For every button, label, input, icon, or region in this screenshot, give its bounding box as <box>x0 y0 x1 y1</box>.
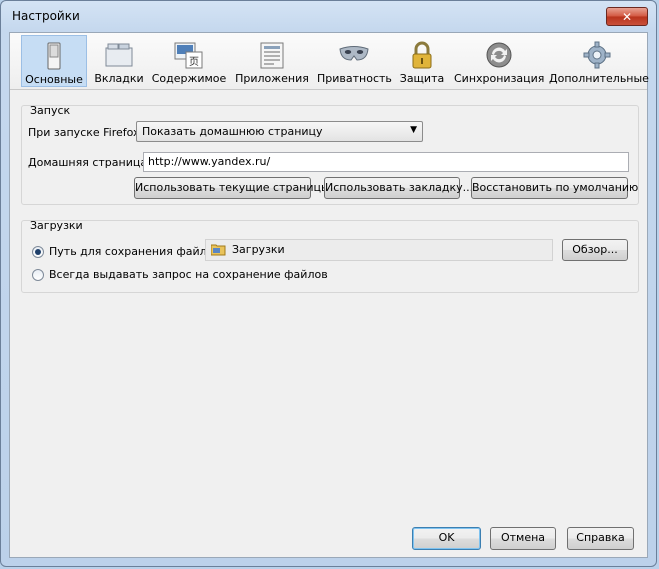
downloads-group-title: Загрузки <box>30 219 83 232</box>
dialog-client: Основные Вкладки 页 Содержимое Приложения… <box>9 32 649 558</box>
tab-label: Содержимое <box>151 72 227 85</box>
privacy-mask-icon <box>338 46 369 61</box>
content-icon: 页 <box>174 42 203 69</box>
tabs-icon <box>105 43 133 67</box>
cancel-button[interactable]: Отмена <box>490 527 556 550</box>
general-switch-icon <box>47 42 61 70</box>
tab-tabs[interactable]: Вкладки <box>90 35 148 87</box>
ok-button[interactable]: OK <box>412 527 481 550</box>
folder-icon <box>211 244 226 256</box>
always-ask-radio[interactable] <box>32 269 44 281</box>
tab-security[interactable]: Защита <box>394 35 450 87</box>
restore-default-button[interactable]: Восстановить по умолчанию <box>471 177 638 199</box>
tab-label: Приватность <box>317 72 392 85</box>
preferences-toolbar: Основные Вкладки 页 Содержимое Приложения… <box>10 33 649 90</box>
on-start-select[interactable]: Показать домашнюю страницу ▼ <box>136 121 423 142</box>
window-title: Настройки <box>12 9 80 23</box>
startup-group-title: Запуск <box>30 104 71 117</box>
tab-label: Защита <box>399 72 445 85</box>
download-path-value: Загрузки <box>232 243 285 256</box>
security-lock-icon <box>412 41 432 69</box>
always-ask-label: Всегда выдавать запрос на сохранение фай… <box>49 268 328 281</box>
tab-label: Дополнительные <box>549 72 649 85</box>
homepage-label: Домашняя страница: <box>28 156 151 169</box>
use-bookmark-button[interactable]: Использовать закладку... <box>324 177 473 199</box>
sync-icon <box>486 42 512 68</box>
download-path-field: Загрузки <box>205 239 553 261</box>
tab-label: Основные <box>25 73 83 86</box>
applications-icon <box>260 42 284 69</box>
save-to-radio[interactable] <box>32 246 44 258</box>
tab-advanced[interactable]: Дополнительные <box>549 35 649 87</box>
tab-label: Вкладки <box>94 72 144 85</box>
help-button[interactable]: Справка <box>567 527 634 550</box>
save-to-label: Путь для сохранения файлов <box>49 245 220 258</box>
tab-content[interactable]: 页 Содержимое <box>151 35 227 87</box>
on-start-label: При запуске Firefox: <box>28 126 144 139</box>
settings-window: Настройки ✕ Основные Вкладки 页 Содержимо… <box>0 0 657 567</box>
svg-text:页: 页 <box>189 56 199 68</box>
chevron-down-icon: ▼ <box>410 125 417 135</box>
tab-label: Синхронизация <box>454 72 545 85</box>
tab-label: Приложения <box>235 72 309 85</box>
advanced-gear-icon <box>583 41 611 69</box>
on-start-value: Показать домашнюю страницу <box>142 125 323 138</box>
tab-privacy[interactable]: Приватность <box>317 35 392 87</box>
tab-sync[interactable]: Синхронизация <box>454 35 544 87</box>
use-current-pages-button[interactable]: Использовать текущие страницы <box>134 177 330 199</box>
browse-button[interactable]: Обзор... <box>562 239 628 261</box>
title-bar[interactable]: Настройки ✕ <box>1 1 656 31</box>
homepage-input[interactable]: http://www.yandex.ru/ <box>143 152 629 172</box>
close-button[interactable]: ✕ <box>606 7 648 26</box>
tab-applications[interactable]: Приложения <box>234 35 310 87</box>
startup-group: Запуск При запуске Firefox: Показать дом… <box>21 104 639 205</box>
tab-general[interactable]: Основные <box>21 35 87 87</box>
downloads-group: Загрузки Путь для сохранения файлов Загр… <box>21 219 639 293</box>
